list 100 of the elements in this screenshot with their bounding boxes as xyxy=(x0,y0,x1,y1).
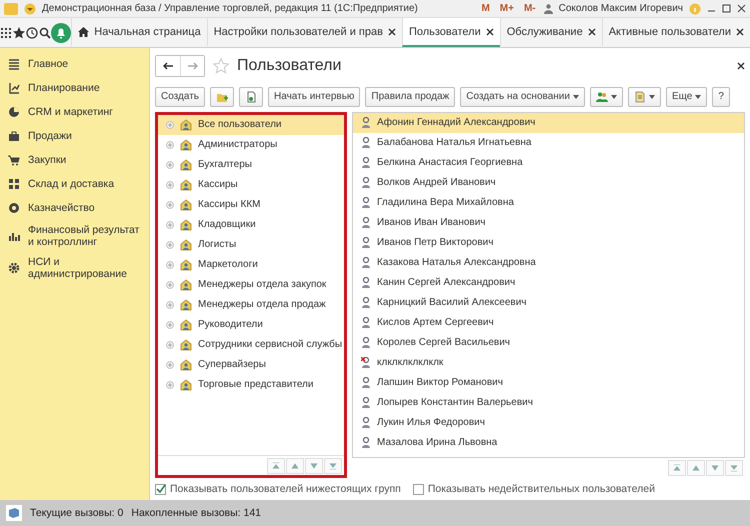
list-row[interactable]: Кислов Артем Сергеевич xyxy=(353,312,744,333)
toolbar-button[interactable]: Создать на основании xyxy=(460,86,585,107)
checkbox[interactable]: Показывать недействительных пользователей xyxy=(412,483,655,496)
tree-item[interactable]: Кассиры xyxy=(158,174,344,195)
home-icon xyxy=(78,26,90,36)
tree-item[interactable]: Кассиры ККМ xyxy=(158,194,344,215)
list-row[interactable]: Королев Сергей Васильевич xyxy=(353,332,744,353)
caret-icon xyxy=(610,94,617,99)
dropdown-icon[interactable] xyxy=(24,2,36,14)
expand-icon[interactable] xyxy=(166,120,174,129)
star-icon[interactable] xyxy=(213,58,229,74)
expand-icon[interactable] xyxy=(166,260,174,269)
expand-icon[interactable] xyxy=(166,200,174,209)
sidebar-item[interactable]: Финансовый результат и контроллинг xyxy=(0,220,149,252)
close-icon[interactable] xyxy=(737,62,745,70)
toolbar-button[interactable] xyxy=(590,86,623,107)
last-page-button[interactable] xyxy=(324,458,342,474)
expand-icon[interactable] xyxy=(166,280,174,289)
gear-icon xyxy=(8,262,20,274)
expand-icon[interactable] xyxy=(166,340,174,349)
maximize-icon[interactable] xyxy=(722,4,731,13)
toolbar-button[interactable]: Еще xyxy=(666,86,708,107)
list-row[interactable]: Афонин Геннадий Александрович xyxy=(353,112,744,133)
list-row[interactable]: Волков Андрей Иванович xyxy=(353,172,744,193)
tree-item[interactable]: Сотрудники сервисной службы xyxy=(158,334,344,355)
memory-button[interactable]: M xyxy=(479,3,492,14)
close-icon[interactable] xyxy=(588,28,596,36)
expand-icon[interactable] xyxy=(166,220,174,229)
clock-icon xyxy=(26,26,38,38)
toolbar-button[interactable] xyxy=(628,86,661,107)
next-button[interactable] xyxy=(305,458,323,474)
last-page-button[interactable] xyxy=(725,460,743,476)
tree-item[interactable]: Менеджеры отдела закупок xyxy=(158,274,344,295)
tree-item[interactable]: Маркетологи xyxy=(158,254,344,275)
tree-item[interactable]: Администраторы xyxy=(158,134,344,155)
toolbar-button[interactable]: Правила продаж xyxy=(365,86,456,107)
close-icon[interactable] xyxy=(736,28,744,36)
bag-icon xyxy=(8,130,20,142)
list-row[interactable]: Иванов Иван Иванович xyxy=(353,212,744,233)
user-icon xyxy=(361,436,371,449)
toolbar-button[interactable]: Начать интервью xyxy=(268,86,360,107)
checkbox[interactable]: Показывать пользователей нижестоящих групп xyxy=(155,483,401,496)
previous-button[interactable] xyxy=(286,458,304,474)
sidebar-item[interactable]: Продажи xyxy=(0,124,149,148)
app-logo-icon xyxy=(4,2,18,14)
list-row[interactable]: Лукин Илья Федорович xyxy=(353,412,744,433)
list-row[interactable]: Иванов Петр Викторович xyxy=(353,232,744,253)
tree-item[interactable]: Все пользователи xyxy=(158,114,344,135)
first-page-button[interactable] xyxy=(668,460,686,476)
expand-icon[interactable] xyxy=(166,360,174,369)
list-row[interactable]: Мазалова Ирина Львовна xyxy=(353,432,744,453)
list-row[interactable]: Балабанова Наталья Игнатьевна xyxy=(353,132,744,153)
memory-button[interactable]: M- xyxy=(522,3,538,14)
tree-item[interactable]: Логисты xyxy=(158,234,344,255)
person-icon xyxy=(544,4,553,14)
first-page-button[interactable] xyxy=(267,458,285,474)
tree-item[interactable]: Торговые представители xyxy=(158,374,344,395)
list-row[interactable]: Канин Сергей Александрович xyxy=(353,272,744,293)
expand-icon[interactable] xyxy=(166,140,174,149)
sidebar-item[interactable]: Главное xyxy=(0,52,149,76)
user-group-icon xyxy=(180,138,192,151)
toolbar-button[interactable]: Создать xyxy=(155,86,206,107)
memory-button[interactable]: M+ xyxy=(498,3,516,14)
sidebar-item[interactable]: CRM и маркетинг xyxy=(0,100,149,124)
tree-item[interactable]: Руководители xyxy=(158,314,344,335)
list-row[interactable]: Лапшин Виктор Романович xyxy=(353,372,744,393)
tree-item[interactable]: Менеджеры отдела продаж xyxy=(158,294,344,315)
expand-icon[interactable] xyxy=(166,380,174,389)
info-icon[interactable] xyxy=(689,2,701,14)
expand-icon[interactable] xyxy=(166,180,174,189)
sidebar-item[interactable]: НСИ и администрирование xyxy=(0,252,149,284)
list-row[interactable]: Белкина Анастасия Георгиевна xyxy=(353,152,744,173)
sidebar-item[interactable]: Казначейство xyxy=(0,196,149,220)
list-row[interactable]: Гладилина Вера Михайловна xyxy=(353,192,744,213)
tab[interactable]: Пользователи xyxy=(402,18,500,47)
previous-button[interactable] xyxy=(687,460,705,476)
close-icon[interactable] xyxy=(388,28,396,36)
tree-item[interactable]: Бухгалтеры xyxy=(158,154,344,175)
user-name[interactable]: Соколов Максим Игоревич xyxy=(558,3,683,14)
tree-item[interactable]: Супервайзеры xyxy=(158,354,344,375)
list-row[interactable]: Карницкий Василий Алексеевич xyxy=(353,292,744,313)
list-row[interactable]: Лопырев Константин Валерьевич xyxy=(353,392,744,413)
sidebar-item[interactable]: Склад и доставка xyxy=(0,172,149,196)
tree-item[interactable]: Кладовщики xyxy=(158,214,344,235)
list-row[interactable]: клклклклклклк xyxy=(353,352,744,373)
pie-chart-icon xyxy=(8,106,20,118)
expand-icon[interactable] xyxy=(166,300,174,309)
expand-icon[interactable] xyxy=(166,320,174,329)
sidebar-item[interactable]: Планирование xyxy=(0,76,149,100)
toolbar-button[interactable] xyxy=(239,86,264,107)
list-row[interactable]: Казакова Наталья Александровна xyxy=(353,252,744,273)
expand-icon[interactable] xyxy=(166,160,174,169)
toolbar-button[interactable]: ? xyxy=(712,86,730,107)
close-icon[interactable] xyxy=(486,28,494,36)
close-icon[interactable] xyxy=(737,4,746,13)
next-button[interactable] xyxy=(706,460,724,476)
user-icon xyxy=(361,196,371,209)
expand-icon[interactable] xyxy=(166,240,174,249)
sidebar-item[interactable]: Закупки xyxy=(0,148,149,172)
toolbar-button[interactable] xyxy=(210,86,234,107)
